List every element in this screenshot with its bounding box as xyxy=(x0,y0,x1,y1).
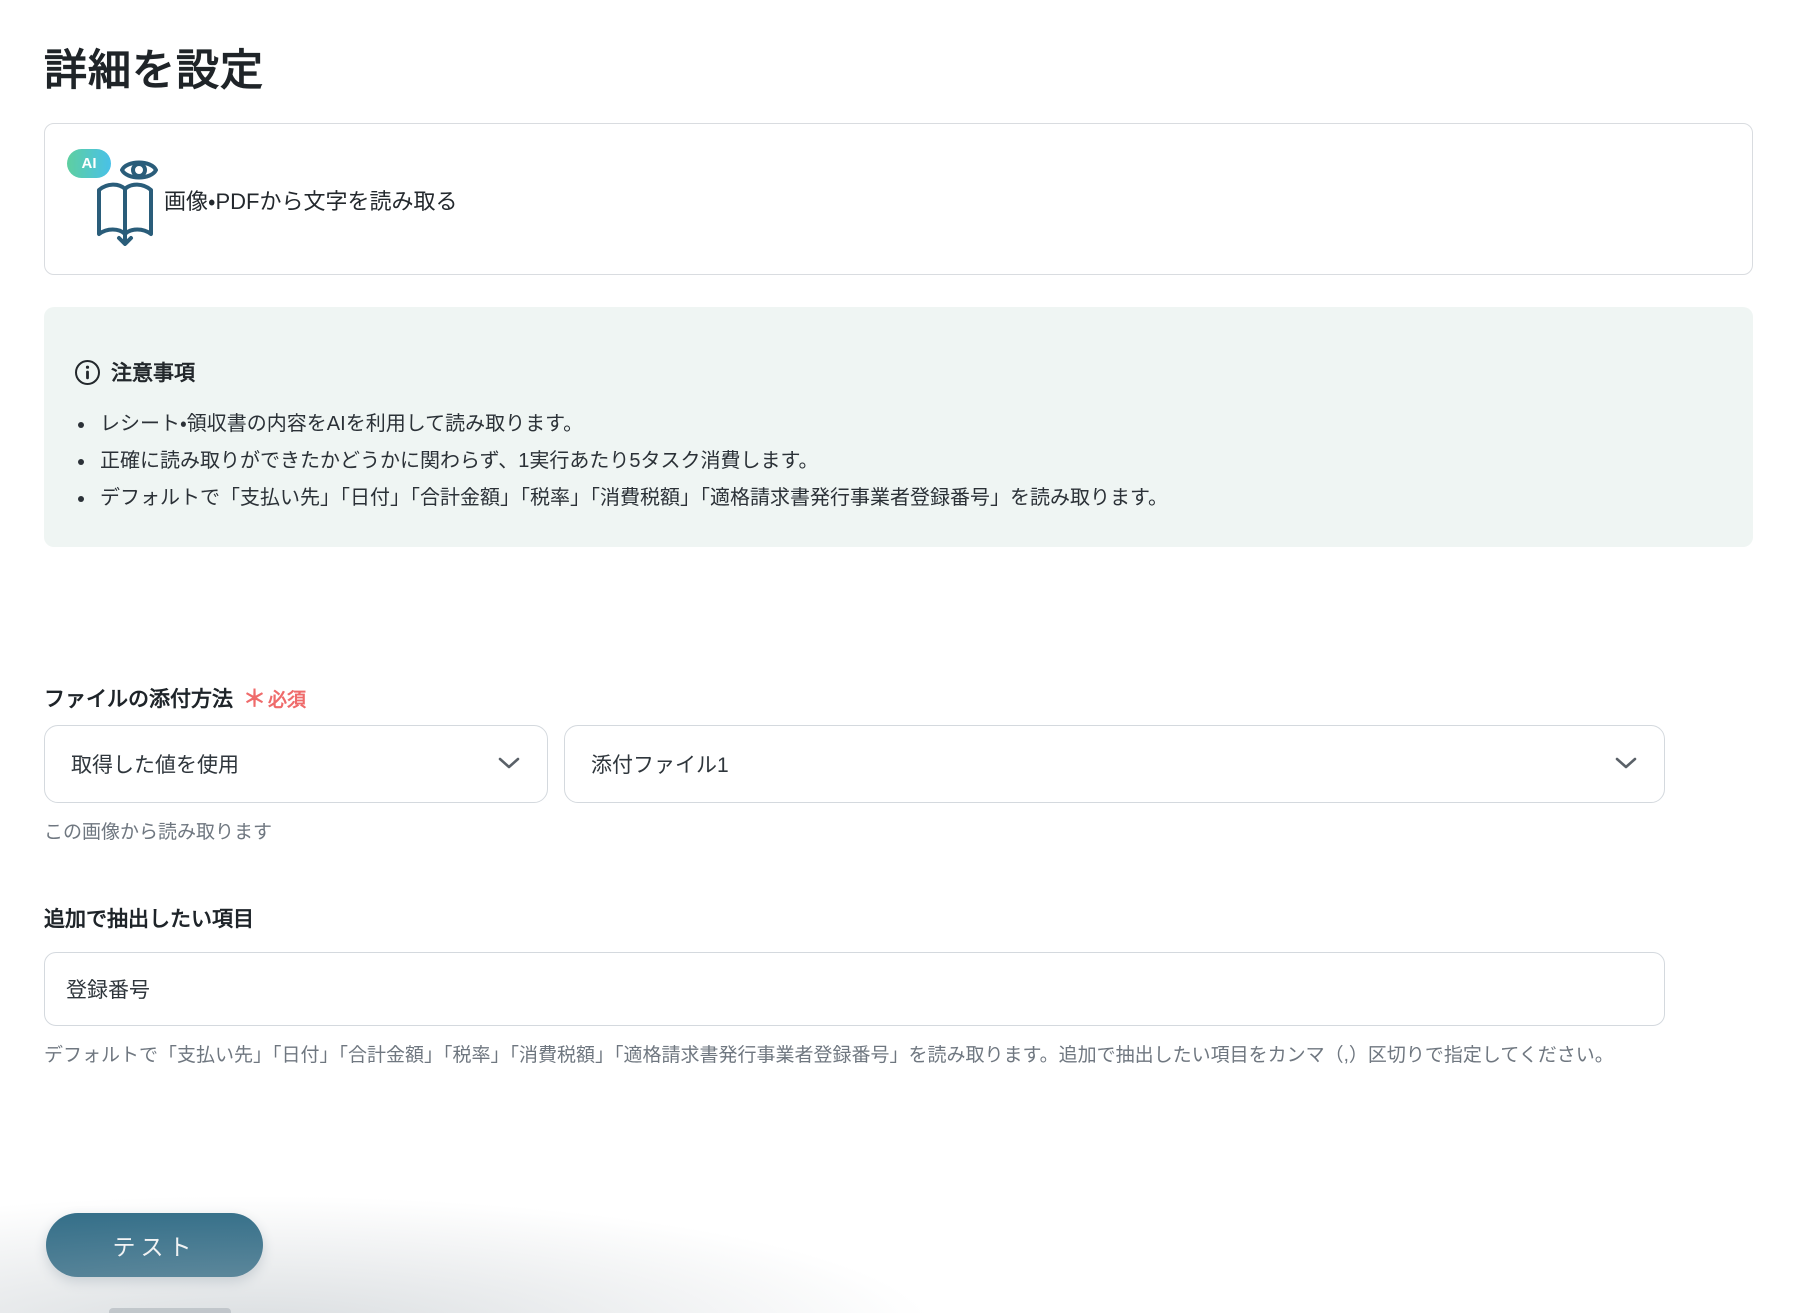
extra-items-label: 追加で抽出したい項目 xyxy=(44,908,254,931)
ai-badge: AI xyxy=(67,149,111,178)
notice-item: 正確に読み取りができたかどうかに関わらず、1実行あたり5タスク消費します。 xyxy=(74,443,1168,480)
chevron-down-icon xyxy=(497,752,521,776)
action-card-label: 画像・PDFから文字を読み取る xyxy=(164,189,458,214)
settings-panel: 詳細を設定 AI 画像・PDFから文字を読み取る 注意事項 レシート・領収書の内… xyxy=(0,0,1800,1313)
extra-items-input[interactable] xyxy=(44,952,1665,1026)
attachment-method-select[interactable]: 取得した値を使用 xyxy=(44,725,548,803)
attachment-method-select-value: 取得した値を使用 xyxy=(71,754,239,777)
required-badge: ＊ 必須 xyxy=(243,679,306,713)
notice-box: 注意事項 レシート・領収書の内容をAIを利用して読み取ります。 正確に読み取りが… xyxy=(44,307,1753,547)
required-label: 必須 xyxy=(268,690,307,711)
attachment-file-select-value: 添付ファイル1 xyxy=(591,754,729,777)
ai-badge-label: AI xyxy=(81,155,97,172)
notice-title: 注意事項 xyxy=(111,362,195,385)
bottom-fade xyxy=(0,1183,1800,1313)
notice-list: レシート・領収書の内容をAIを利用して読み取ります。 正確に読み取りができたかど… xyxy=(74,406,1168,517)
extra-items-label-row: 追加で抽出したい項目 xyxy=(44,903,254,933)
attachment-file-select[interactable]: 添付ファイル1 xyxy=(564,725,1665,803)
attachment-method-label: ファイルの添付方法 xyxy=(44,688,233,711)
cutoff-element xyxy=(109,1308,231,1313)
attachment-helper-text: この画像から読み取ります xyxy=(44,822,273,843)
chevron-down-icon xyxy=(1614,752,1638,776)
extra-items-helper-text: デフォルトで「支払い先」「日付」「合計金額」「税率」「消費税額」「適格請求書発行… xyxy=(44,1045,1614,1066)
notice-header: 注意事項 xyxy=(74,357,195,387)
test-button[interactable]: テスト xyxy=(46,1213,263,1277)
page-title: 詳細を設定 xyxy=(44,47,264,95)
notice-item: レシート・領収書の内容をAIを利用して読み取ります。 xyxy=(74,406,1168,443)
action-card: AI 画像・PDFから文字を読み取る xyxy=(44,123,1753,275)
attachment-method-label-row: ファイルの添付方法 ＊ 必須 xyxy=(44,679,306,713)
required-asterisk: ＊ xyxy=(243,685,266,711)
notice-item: デフォルトで「支払い先」「日付」「合計金額」「税率」「消費税額」「適格請求書発行… xyxy=(74,480,1168,517)
info-icon xyxy=(74,359,101,386)
